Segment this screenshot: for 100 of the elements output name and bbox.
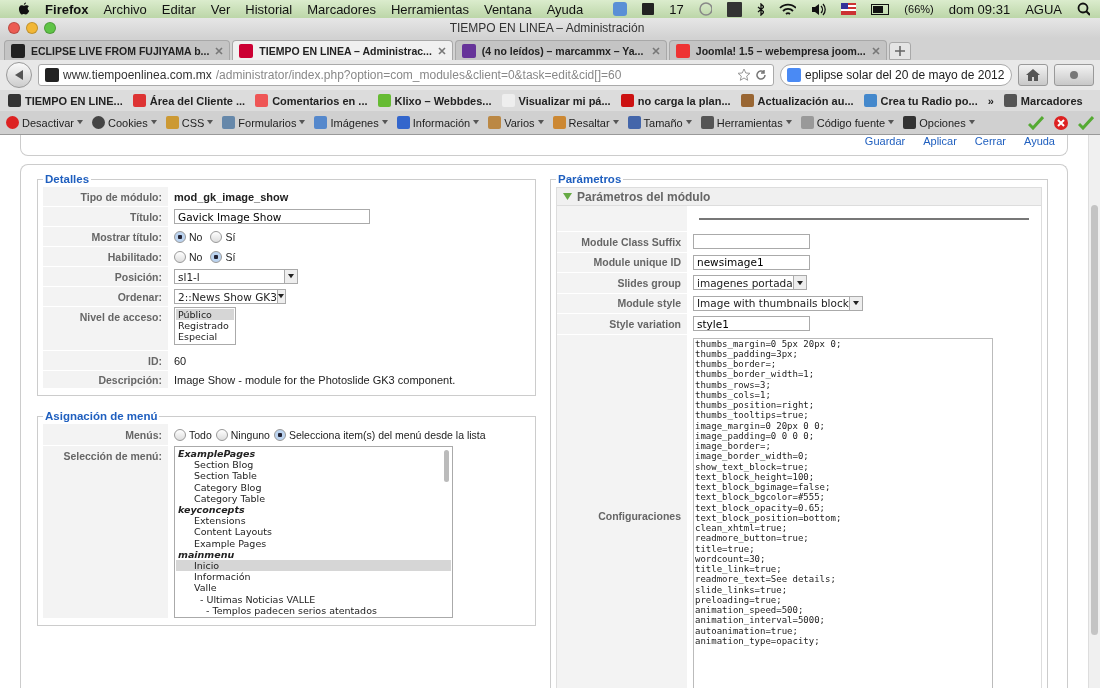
bookmark[interactable]: Comentarios en ... [255, 94, 368, 107]
toolbar-menu[interactable]: Varios [488, 116, 544, 129]
menu-item[interactable]: Example Pages [176, 537, 451, 549]
radio-option[interactable]: No [174, 230, 203, 243]
close-icon[interactable] [215, 46, 224, 55]
reload-icon[interactable] [755, 69, 767, 81]
panel-header[interactable]: Parámetros del módulo [556, 187, 1042, 206]
radio-option[interactable]: Selecciona item(s) del menú desde la lista [273, 428, 486, 441]
bookmark[interactable]: Actualización au... [740, 94, 854, 107]
bookmarks-menu[interactable]: Marcadores [1003, 94, 1083, 107]
menu-item[interactable]: Ventana [483, 1, 532, 17]
toolbar-menu[interactable]: Imágenes [314, 116, 388, 129]
list-option[interactable]: Registrado [176, 320, 234, 332]
menu-item[interactable]: Content Layouts [176, 526, 451, 538]
bookmark[interactable]: TIEMPO EN LINE... [8, 94, 123, 107]
toolbar-link[interactable]: Aplicar [923, 135, 957, 147]
bookmarks-overflow[interactable]: » [987, 94, 994, 107]
select-field[interactable]: imagenes portada [693, 275, 807, 291]
menu-item[interactable]: Category Blog [176, 481, 451, 493]
toolbar-link[interactable]: Guardar [864, 135, 906, 147]
radio-button[interactable] [174, 230, 186, 243]
menu-item[interactable]: Marcadores [307, 1, 376, 17]
new-tab-button[interactable] [888, 42, 911, 60]
menu-item[interactable]: Inicio [176, 560, 451, 572]
radio-button[interactable] [174, 428, 186, 441]
home-button[interactable] [1018, 64, 1048, 86]
clock[interactable]: dom 09:31 [948, 1, 1011, 17]
select-field[interactable]: 2::News Show GK3 [174, 289, 286, 304]
close-icon[interactable] [651, 46, 660, 55]
toolbar-menu[interactable]: Código fuente [800, 116, 895, 129]
browser-tab[interactable]: ECLIPSE LIVE FROM FUJIYAMA b... [4, 40, 231, 60]
bookmark[interactable]: Klixo – Webbdes... [377, 94, 492, 107]
text-field[interactable]: newsimage1 [693, 254, 810, 270]
menu-group[interactable]: ExamplePages [176, 448, 451, 460]
toolbar-menu[interactable]: Tamaño [627, 116, 692, 129]
error-icon[interactable] [1053, 114, 1069, 131]
bookmark[interactable]: Crea tu Radio po... [863, 94, 978, 107]
menu-item[interactable]: Herramientas [390, 1, 469, 17]
radio-button[interactable] [273, 428, 286, 441]
menu-list[interactable] [174, 446, 453, 618]
toolbar-menu[interactable]: Cookies [91, 116, 157, 129]
menu-item[interactable]: Ver [210, 1, 231, 17]
menu-group[interactable]: keyconcepts [176, 504, 451, 516]
radio-option[interactable]: Ninguno [215, 428, 270, 441]
menu-item[interactable]: Editar [161, 1, 196, 17]
browser-tab[interactable]: TIEMPO EN LINEA – Administrac... [232, 40, 453, 60]
app-menu[interactable]: Firefox [45, 1, 89, 17]
toolbar-menu[interactable]: CSS [165, 116, 214, 129]
menu-item[interactable]: Section Table [176, 470, 451, 482]
addon-button[interactable] [1054, 64, 1094, 86]
volume-icon[interactable] [810, 2, 826, 16]
toolbar-link[interactable]: Ayuda [1024, 135, 1055, 147]
menu-item[interactable]: Extensions [176, 515, 451, 527]
check-icon[interactable] [1078, 115, 1094, 130]
menu-item[interactable]: Historial [245, 1, 293, 17]
list-option[interactable]: Especial [176, 331, 234, 343]
menu-item[interactable]: Archivo [103, 1, 147, 17]
list-option[interactable]: Público [176, 309, 234, 321]
menu-item[interactable]: - Templos padecen serios atentados [176, 604, 451, 617]
browser-tab[interactable]: Joomla! 1.5 – webempresa joom... [668, 40, 887, 60]
radio-button[interactable] [215, 428, 228, 441]
text-field[interactable] [693, 234, 810, 250]
radio-button[interactable] [174, 250, 186, 263]
menu-group[interactable]: mainmenu [176, 548, 451, 561]
menu-item[interactable]: Ayuda [546, 1, 584, 17]
toolbar-link[interactable]: Cerrar [974, 135, 1006, 147]
toolbar-menu[interactable]: Resaltar [552, 116, 619, 129]
toolbar-menu[interactable]: Desactivar [6, 116, 83, 129]
apple-icon[interactable] [18, 2, 31, 16]
toolbar-menu[interactable]: Herramientas [700, 116, 792, 129]
bookmark[interactable]: no carga la plan... [620, 94, 731, 107]
close-icon[interactable] [871, 46, 880, 55]
bluetooth-icon[interactable] [756, 2, 765, 16]
close-button[interactable] [8, 22, 20, 34]
zoom-button[interactable] [44, 22, 56, 34]
menu-item[interactable]: Información [176, 571, 451, 583]
toolbar-menu[interactable]: Formularios [222, 116, 306, 129]
bookmark[interactable]: Área del Cliente ... [132, 94, 246, 107]
radio-option[interactable]: Sí [210, 230, 236, 243]
select-field[interactable]: sl1-l [174, 269, 298, 284]
radio-button[interactable] [210, 230, 223, 243]
menu-item[interactable]: Valle [176, 582, 451, 594]
radio-option[interactable]: Sí [210, 250, 236, 263]
access-level-list[interactable]: Público Registrado Especial [174, 307, 236, 345]
flag-icon[interactable] [840, 3, 856, 15]
search-field[interactable]: eplipse solar del 20 de mayo de 2012 [780, 64, 1012, 86]
scrollbar[interactable] [1091, 205, 1098, 635]
minimize-button[interactable] [26, 22, 38, 34]
menu-item[interactable]: Section Blog [176, 459, 451, 471]
menu-item[interactable]: - Ultimas Noticias VALLE [176, 593, 451, 605]
close-icon[interactable] [437, 46, 446, 55]
radio-button[interactable] [210, 250, 223, 263]
title-field[interactable]: Gavick Image Show [174, 209, 370, 224]
browser-tab[interactable]: (4 no leídos) – marcammx – Ya... [454, 40, 667, 60]
battery-icon[interactable] [870, 3, 890, 15]
select-field[interactable]: Image with thumbnails block [693, 295, 863, 311]
search-icon[interactable] [1077, 2, 1090, 16]
toolbar-menu[interactable]: Opciones [903, 116, 975, 129]
radio-option[interactable]: Todo [174, 428, 212, 441]
star-icon[interactable] [737, 68, 751, 82]
